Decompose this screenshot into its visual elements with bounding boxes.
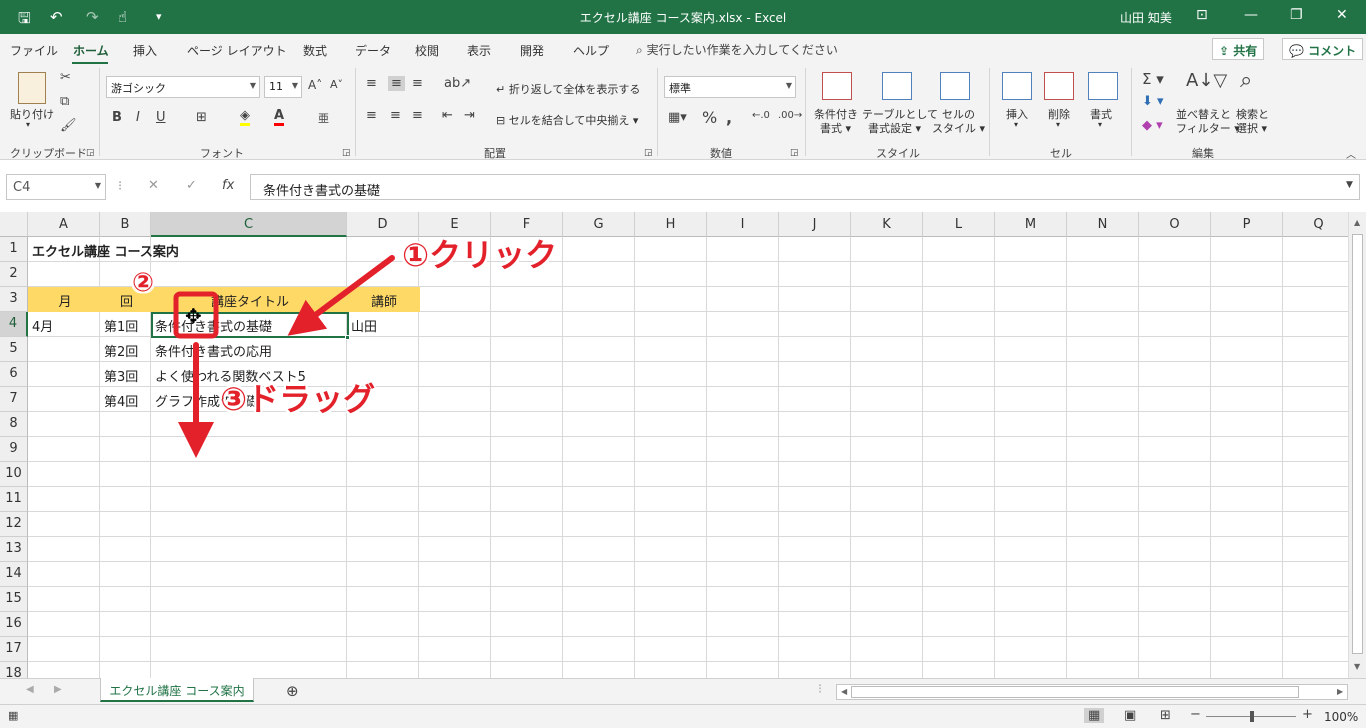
sheet-tab[interactable]: エクセル講座 コース案内 xyxy=(100,678,254,702)
horizontal-scrollbar[interactable]: ◀ ▶ xyxy=(836,684,1348,700)
arrow-to-cell xyxy=(287,255,395,336)
normal-view-icon[interactable]: ▦ xyxy=(1084,708,1105,723)
macro-record-icon[interactable]: ▦ xyxy=(8,709,18,722)
h-scroll-thumb[interactable] xyxy=(851,686,1299,698)
move-cursor-icon: ✥ xyxy=(185,304,202,328)
prev-sheet-icon[interactable]: ◀ xyxy=(26,684,34,695)
annotation-overlay: ✥ xyxy=(173,255,395,458)
annotation-step3: ③ドラッグ xyxy=(220,380,376,418)
page-break-view-icon[interactable]: ⊞ xyxy=(1160,708,1171,723)
zoom-in-icon[interactable]: + xyxy=(1302,707,1313,722)
sheet-tab-bar: ◀ ▶ エクセル講座 コース案内 ⊕ ⁝ ◀ ▶ xyxy=(0,678,1366,704)
annotation-step1: ①クリック xyxy=(402,236,558,274)
zoom-level[interactable]: 100% xyxy=(1324,710,1358,724)
zoom-out-icon[interactable]: − xyxy=(1190,707,1201,722)
add-sheet-icon[interactable]: ⊕ xyxy=(286,682,299,700)
page-layout-view-icon[interactable]: ▣ xyxy=(1124,708,1136,723)
next-sheet-icon[interactable]: ▶ xyxy=(54,684,62,695)
scroll-left-icon: ◀ xyxy=(841,687,848,696)
zoom-slider-thumb[interactable] xyxy=(1250,711,1254,722)
split-handle-icon[interactable]: ⁝ xyxy=(818,682,822,697)
scroll-right-icon: ▶ xyxy=(1337,687,1344,696)
annotation-step2: ② xyxy=(132,268,155,298)
status-bar: ▦ ▦ ▣ ⊞ − + 100% xyxy=(0,704,1366,728)
